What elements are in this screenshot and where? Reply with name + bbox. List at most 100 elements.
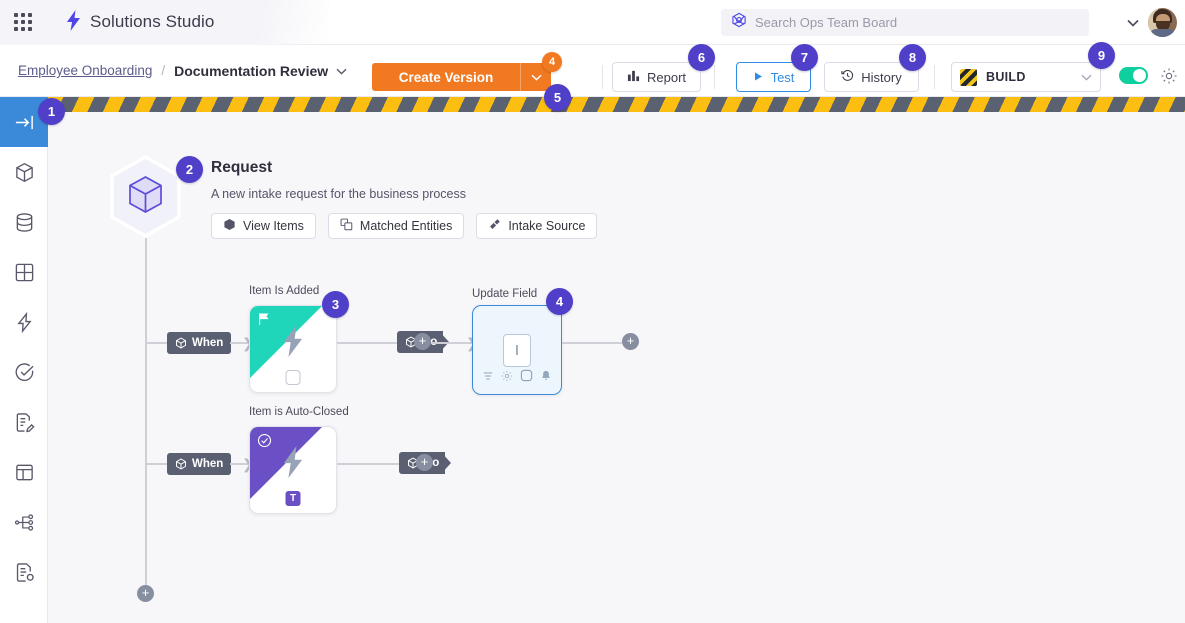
- lightning-bolt-icon: [280, 325, 306, 363]
- brand[interactable]: Solutions Studio: [66, 10, 214, 35]
- view-items-label: View Items: [243, 219, 304, 233]
- view-items-button[interactable]: View Items: [211, 213, 316, 239]
- branch-connector: [145, 463, 167, 465]
- flow-spine: [145, 238, 147, 594]
- annotation-badge-9: 9: [1088, 42, 1115, 69]
- sidebar-item-data[interactable]: [0, 197, 48, 247]
- breadcrumb-current[interactable]: Documentation Review: [174, 63, 328, 79]
- sidebar-item-forms[interactable]: [0, 397, 48, 447]
- grid-table-icon: [14, 262, 35, 283]
- breadcrumb-separator: /: [161, 63, 165, 78]
- gear-icon[interactable]: [501, 369, 513, 387]
- text-cursor-icon: I: [503, 334, 531, 367]
- avatar[interactable]: [1148, 8, 1177, 37]
- matched-entities-label: Matched Entities: [360, 219, 452, 233]
- when-pill-flow-2[interactable]: When: [167, 453, 231, 475]
- hazard-stripe-banner: [48, 97, 1185, 112]
- sidebar-item-reports[interactable]: [0, 547, 48, 597]
- add-action-button-flow-1[interactable]: +: [414, 333, 431, 350]
- check-circle-icon: [14, 362, 35, 383]
- top-header: Solutions Studio Search Ops Team Board: [0, 0, 1185, 45]
- add-step-button-flow-1-end[interactable]: +: [622, 333, 639, 350]
- when-label: When: [192, 458, 223, 470]
- sidebar-item-tasks[interactable]: [0, 347, 48, 397]
- copy-stack-icon: [340, 218, 353, 234]
- database-icon: [14, 212, 35, 233]
- test-label: Test: [771, 70, 795, 85]
- checkbox-icon[interactable]: [520, 369, 533, 387]
- document-edit-icon: [14, 412, 35, 433]
- lightning-bolt-icon: [14, 312, 35, 333]
- document-settings-icon: [14, 562, 35, 583]
- sidebar-item-board[interactable]: [0, 247, 48, 297]
- plug-icon: [488, 218, 501, 234]
- environment-toggle[interactable]: [1119, 67, 1148, 84]
- when-pill-flow-1[interactable]: When: [167, 332, 231, 354]
- sidebar-item-integrations[interactable]: [0, 497, 48, 547]
- toolbar-divider: [602, 65, 603, 89]
- chevron-down-icon[interactable]: [1127, 14, 1139, 32]
- layout-panel-icon: [14, 462, 35, 483]
- create-version-button[interactable]: Create Version: [372, 63, 520, 91]
- annotation-badge-4: 4: [546, 288, 573, 315]
- workflow-canvas: Request A new intake request for the bus…: [48, 97, 1185, 623]
- trigger-card-item-is-auto-closed[interactable]: T: [249, 426, 337, 514]
- history-label: History: [861, 70, 901, 85]
- bell-icon[interactable]: [540, 369, 552, 387]
- app-root: Solutions Studio Search Ops Team Board E…: [0, 0, 1185, 623]
- search-input[interactable]: Search Ops Team Board: [721, 9, 1089, 36]
- hazard-stripes-icon: [960, 69, 977, 86]
- intake-source-button[interactable]: Intake Source: [476, 213, 597, 239]
- add-action-button-flow-2[interactable]: +: [416, 454, 433, 471]
- clock-history-icon: [841, 69, 854, 85]
- connector: [562, 342, 622, 344]
- cube-icon: [223, 218, 236, 234]
- app-grid-dots: [14, 13, 32, 31]
- annotation-badge-4-orange: 4: [542, 52, 562, 72]
- sidebar-item-objects[interactable]: [0, 147, 48, 197]
- flag-icon: [257, 312, 271, 331]
- trigger-label-flow-2: Item is Auto-Closed: [249, 406, 349, 418]
- create-version-group: Create Version: [372, 63, 551, 91]
- toolbar-divider: [934, 65, 935, 89]
- add-flow-button[interactable]: +: [137, 585, 154, 602]
- environment-value: BUILD: [986, 70, 1072, 84]
- bar-chart-icon: [627, 69, 640, 85]
- check-circle-icon: [257, 433, 272, 453]
- lightning-bolt-icon: [280, 446, 306, 484]
- action-card-tools: [473, 369, 561, 387]
- breadcrumb-chevron-down-icon[interactable]: [336, 62, 347, 80]
- annotation-badge-6: 6: [688, 44, 715, 71]
- process-action-chips: View Items Matched Entities Intake Sourc…: [211, 213, 597, 239]
- environment-select[interactable]: BUILD: [951, 62, 1101, 92]
- annotation-badge-8: 8: [899, 44, 926, 71]
- trigger-card-item-is-added[interactable]: [249, 305, 337, 393]
- report-label: Report: [647, 70, 686, 85]
- cube-icon: [175, 458, 187, 470]
- sidebar-item-automations[interactable]: [0, 297, 48, 347]
- page-title: Request: [211, 159, 272, 177]
- atom-search-icon: [731, 12, 747, 33]
- hexagon-cube-icon[interactable]: [108, 155, 183, 238]
- matched-entities-button[interactable]: Matched Entities: [328, 213, 464, 239]
- breadcrumb-root[interactable]: Employee Onboarding: [18, 63, 152, 78]
- cube-icon: [175, 337, 187, 349]
- report-button[interactable]: Report: [612, 62, 701, 92]
- connector: [337, 463, 399, 465]
- checkbox-icon[interactable]: [286, 370, 301, 385]
- arrow-right-to-line-icon: [14, 112, 35, 133]
- app-grid-icon[interactable]: [0, 0, 46, 45]
- left-sidebar: [0, 97, 48, 623]
- annotation-badge-5: 5: [544, 84, 571, 111]
- t-badge: T: [286, 491, 301, 506]
- search-placeholder: Search Ops Team Board: [755, 15, 897, 30]
- toolbar-divider: [714, 65, 715, 89]
- action-card-update-field[interactable]: I: [472, 305, 562, 395]
- filter-icon[interactable]: [482, 369, 494, 387]
- sidebar-item-layouts[interactable]: [0, 447, 48, 497]
- connector: [337, 342, 397, 344]
- branch-connector: [145, 342, 167, 344]
- gear-icon[interactable]: [1160, 67, 1178, 90]
- annotation-badge-1: 1: [38, 98, 65, 125]
- cube-icon: [14, 162, 35, 183]
